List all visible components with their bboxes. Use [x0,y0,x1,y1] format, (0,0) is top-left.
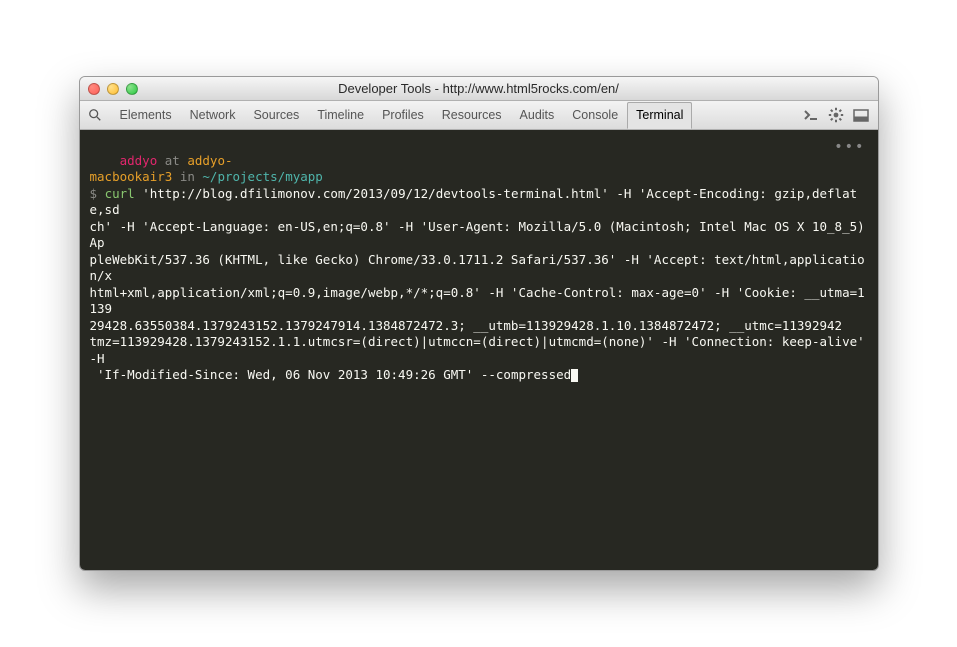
devtools-window: Developer Tools - http://www.html5rocks.… [79,76,879,571]
search-icon[interactable] [86,106,104,124]
tab-elements[interactable]: Elements [111,102,181,129]
gear-icon[interactable] [826,105,847,126]
prompt-path: ~/projects/myapp [202,169,322,184]
devtools-toolbar: ElementsNetworkSourcesTimelineProfilesRe… [80,101,878,130]
prompt-char: $ [90,186,98,201]
prompt-user: addyo [120,153,158,168]
close-icon[interactable] [88,83,100,95]
tab-console[interactable]: Console [563,102,627,129]
prompt-host: addyo- [187,153,232,168]
tab-network[interactable]: Network [181,102,245,129]
tab-profiles[interactable]: Profiles [373,102,433,129]
console-drawer-icon[interactable] [801,105,822,126]
terminal-panel[interactable]: ••• addyo at addyo- macbookair3 in ~/proj… [80,130,878,570]
cursor [571,369,578,382]
tab-sources[interactable]: Sources [244,102,308,129]
tab-timeline[interactable]: Timeline [308,102,373,129]
more-icon[interactable]: ••• [834,138,865,156]
titlebar: Developer Tools - http://www.html5rocks.… [80,77,878,101]
minimize-icon[interactable] [107,83,119,95]
prompt-machine: macbookair3 [90,169,173,184]
prompt-in: in [172,169,202,184]
tabs: ElementsNetworkSourcesTimelineProfilesRe… [111,108,693,122]
traffic-lights [88,83,138,95]
tab-audits[interactable]: Audits [511,102,564,129]
zoom-icon[interactable] [126,83,138,95]
prompt-at: at [157,153,187,168]
tab-resources[interactable]: Resources [433,102,511,129]
cmd-name: curl [105,186,135,201]
window-title: Developer Tools - http://www.html5rocks.… [80,81,878,96]
tab-terminal[interactable]: Terminal [627,102,692,129]
cmd-rest: 'http://blog.dfilimonov.com/2013/09/12/d… [90,186,873,383]
dock-icon[interactable] [851,105,872,126]
